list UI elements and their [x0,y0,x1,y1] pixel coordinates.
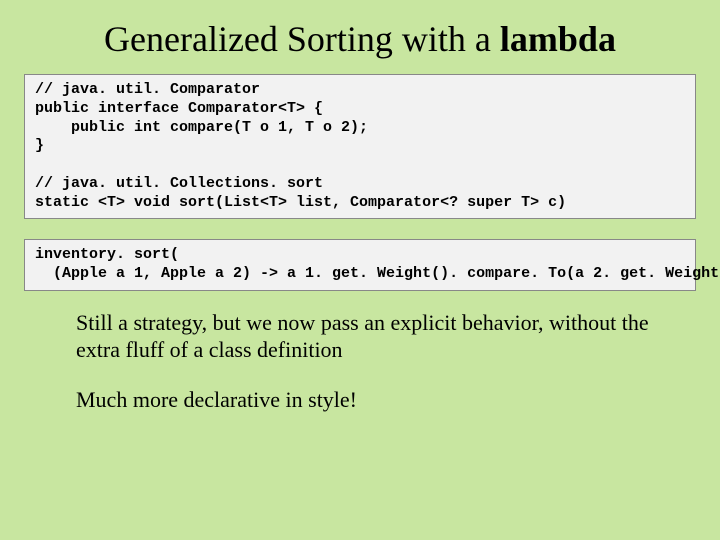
code-block-interfaces: // java. util. Comparator public interfa… [24,74,696,219]
code-block-lambda: inventory. sort( (Apple a 1, Apple a 2) … [24,239,696,291]
slide: Generalized Sorting with a lambda // jav… [0,0,720,540]
title-text-bold: lambda [500,19,616,59]
slide-title: Generalized Sorting with a lambda [24,18,696,60]
body-paragraph-1: Still a strategy, but we now pass an exp… [76,309,656,364]
body-paragraph-2: Much more declarative in style! [76,386,656,414]
spacer [24,229,696,239]
title-text-plain: Generalized Sorting with a [104,19,500,59]
